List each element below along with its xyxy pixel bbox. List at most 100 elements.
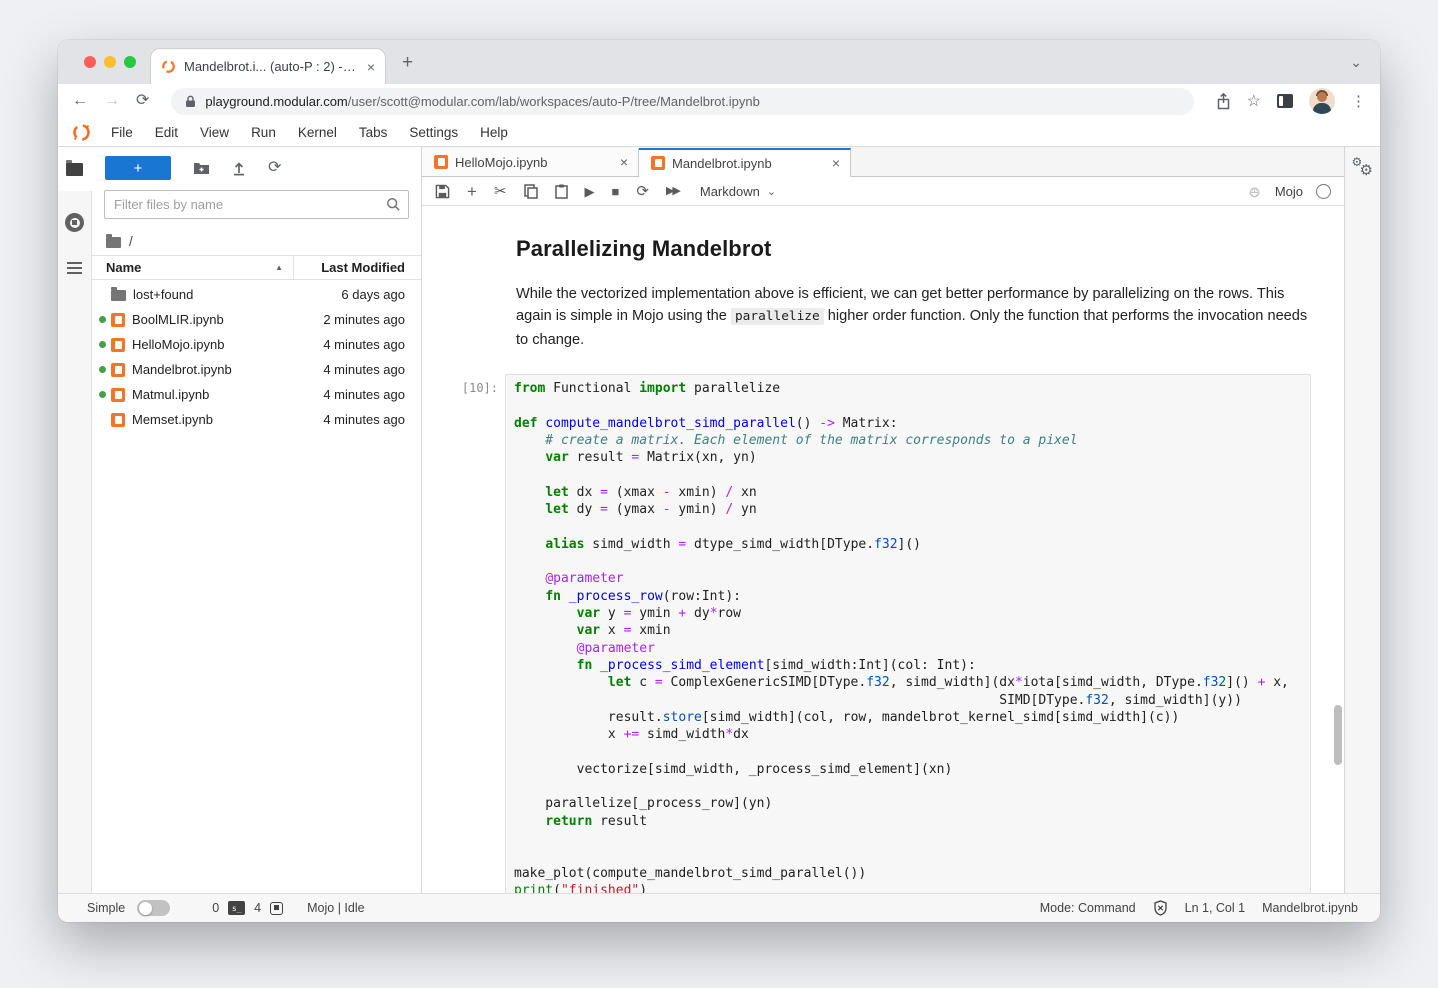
dock-tab-label: HelloMojo.ipynb <box>455 155 613 170</box>
bookmark-star-icon[interactable]: ☆ <box>1247 91 1261 111</box>
markdown-heading: Parallelizing Mandelbrot <box>516 236 1308 262</box>
sidebar-tab-running-kernels[interactable] <box>65 213 84 232</box>
tab-close-icon[interactable]: × <box>832 155 840 171</box>
code-line: var result = Matrix(xn, yn) <box>514 449 1302 466</box>
code-line: parallelize[_process_row](yn) <box>514 795 1302 812</box>
new-tab-button[interactable]: + <box>402 52 413 74</box>
upload-button[interactable] <box>232 161 246 176</box>
file-name: Mandelbrot.ipynb <box>132 362 323 377</box>
debugger-icon[interactable] <box>1247 184 1262 199</box>
code-line: from Functional import parallelize <box>514 380 1302 397</box>
notebook-scrollbar-thumb[interactable] <box>1334 705 1342 765</box>
kernel-name-label[interactable]: Mojo <box>1275 184 1303 199</box>
file-list-header: Name ▲ Last Modified <box>92 255 421 280</box>
kernel-count[interactable]: 4 <box>254 901 261 915</box>
filter-files-input[interactable] <box>104 190 409 219</box>
stop-kernel-button[interactable]: ■ <box>612 185 620 198</box>
code-line: let dy = (ymax - ymin) / yn <box>514 501 1302 518</box>
sidebar-tab-table-of-contents[interactable] <box>67 262 82 274</box>
code-editor[interactable]: from Functional import parallelize def c… <box>505 374 1311 893</box>
menu-run[interactable]: Run <box>240 125 287 140</box>
menu-edit[interactable]: Edit <box>144 125 189 140</box>
code-line: def compute_mandelbrot_simd_parallel() -… <box>514 415 1302 432</box>
cut-cell-button[interactable]: ✂ <box>494 184 507 199</box>
refresh-file-list-button[interactable]: ⟳ <box>268 160 281 176</box>
side-panel-icon[interactable] <box>1277 94 1293 108</box>
new-launcher-button[interactable]: + <box>105 156 171 180</box>
folder-icon <box>66 163 83 176</box>
new-folder-button[interactable] <box>193 161 210 175</box>
dock-tab[interactable]: Mandelbrot.ipynb× <box>639 148 851 177</box>
menu-view[interactable]: View <box>189 125 240 140</box>
trust-shield-icon[interactable] <box>1153 900 1168 916</box>
notebook-tabbar: HelloMojo.ipynb×Mandelbrot.ipynb× <box>422 147 1344 177</box>
property-inspector-icon[interactable]: ⚙ ⚙ <box>1352 157 1374 179</box>
terminal-count[interactable]: 0 <box>212 901 219 915</box>
file-name: BoolMLIR.ipynb <box>132 312 323 327</box>
breadcrumb-root[interactable]: / <box>129 234 133 249</box>
code-line: @parameter <box>514 640 1302 657</box>
back-button[interactable]: ← <box>72 93 88 109</box>
reload-button[interactable]: ⟳ <box>136 93 149 109</box>
file-modified: 4 minutes ago <box>323 337 405 352</box>
notebook-icon <box>651 156 665 170</box>
statusbar-filename[interactable]: Mandelbrot.ipynb <box>1262 901 1358 915</box>
minimize-window-button[interactable] <box>104 56 116 68</box>
file-row[interactable]: Mandelbrot.ipynb4 minutes ago <box>92 357 421 382</box>
folder-icon <box>111 290 126 301</box>
notebook-mode-label[interactable]: Mode: Command <box>1040 901 1136 915</box>
code-line <box>514 553 1302 570</box>
file-row[interactable]: HelloMojo.ipynb4 minutes ago <box>92 332 421 357</box>
file-row[interactable]: Memset.ipynb4 minutes ago <box>92 407 421 432</box>
code-line: vectorize[simd_width, _process_simd_elem… <box>514 761 1302 778</box>
url-path: /user/scott@modular.com/lab/workspaces/a… <box>348 94 760 109</box>
copy-cell-button[interactable] <box>524 184 538 199</box>
zoom-window-button[interactable] <box>124 56 136 68</box>
file-row[interactable]: BoolMLIR.ipynb2 minutes ago <box>92 307 421 332</box>
menu-file[interactable]: File <box>100 125 144 140</box>
browser-tab[interactable]: Mandelbrot.i... (auto-P : 2) - Ju × <box>150 48 386 84</box>
screenshot-root: { "colors": { "accent": "#1976d2", "bran… <box>0 0 1438 988</box>
menu-kernel[interactable]: Kernel <box>287 125 348 140</box>
kernel-status-label[interactable]: Mojo | Idle <box>307 901 364 915</box>
home-folder-icon[interactable] <box>106 237 121 248</box>
notebook-icon <box>434 155 448 169</box>
browser-menu-icon[interactable]: ⋮ <box>1351 92 1366 110</box>
address-bar[interactable]: playground.modular.com/user/scott@modula… <box>171 88 1193 115</box>
save-button[interactable] <box>435 184 450 199</box>
browser-tab-close-icon[interactable]: × <box>367 59 375 75</box>
share-icon[interactable] <box>1216 93 1231 110</box>
tab-close-icon[interactable]: × <box>620 154 628 170</box>
markdown-cell[interactable]: Parallelizing Mandelbrot While the vecto… <box>516 236 1308 351</box>
close-window-button[interactable] <box>84 56 96 68</box>
profile-avatar[interactable] <box>1309 88 1335 114</box>
cursor-position-label[interactable]: Ln 1, Col 1 <box>1185 901 1245 915</box>
running-indicator <box>99 341 106 348</box>
file-row[interactable]: Matmul.ipynb4 minutes ago <box>92 382 421 407</box>
simple-mode-toggle[interactable] <box>137 900 170 916</box>
column-header-modified[interactable]: Last Modified <box>293 256 421 279</box>
right-sidebar: ⚙ ⚙ <box>1344 147 1380 893</box>
file-browser-toolbar: + ⟳ <box>92 147 421 189</box>
menu-help[interactable]: Help <box>469 125 519 140</box>
code-line <box>514 830 1302 847</box>
menu-settings[interactable]: Settings <box>398 125 469 140</box>
file-row[interactable]: lost+found6 days ago <box>92 282 421 307</box>
forward-button[interactable]: → <box>104 93 120 109</box>
add-cell-button[interactable]: + <box>467 183 477 200</box>
code-line: let c = ComplexGenericSIMD[DType.f32, si… <box>514 674 1302 691</box>
run-cell-button[interactable]: ▶ <box>585 185 595 198</box>
restart-run-all-button[interactable]: ▶▶ <box>666 186 679 197</box>
column-header-name[interactable]: Name ▲ <box>92 260 293 275</box>
sidebar-tab-files[interactable] <box>58 147 92 191</box>
tab-search-chevron-icon[interactable]: ⌄ <box>1350 54 1362 71</box>
menu-tabs[interactable]: Tabs <box>348 125 399 140</box>
cell-type-dropdown[interactable]: Markdown ⌄ <box>700 184 776 199</box>
paste-cell-button[interactable] <box>555 184 568 199</box>
dock-tab[interactable]: HelloMojo.ipynb × <box>422 148 639 177</box>
notebook-icon <box>111 363 125 377</box>
code-line: # create a matrix. Each element of the m… <box>514 432 1302 449</box>
kernel-status-icon[interactable] <box>1316 184 1331 199</box>
restart-kernel-button[interactable]: ⟳ <box>636 184 649 199</box>
lock-icon <box>185 95 196 108</box>
